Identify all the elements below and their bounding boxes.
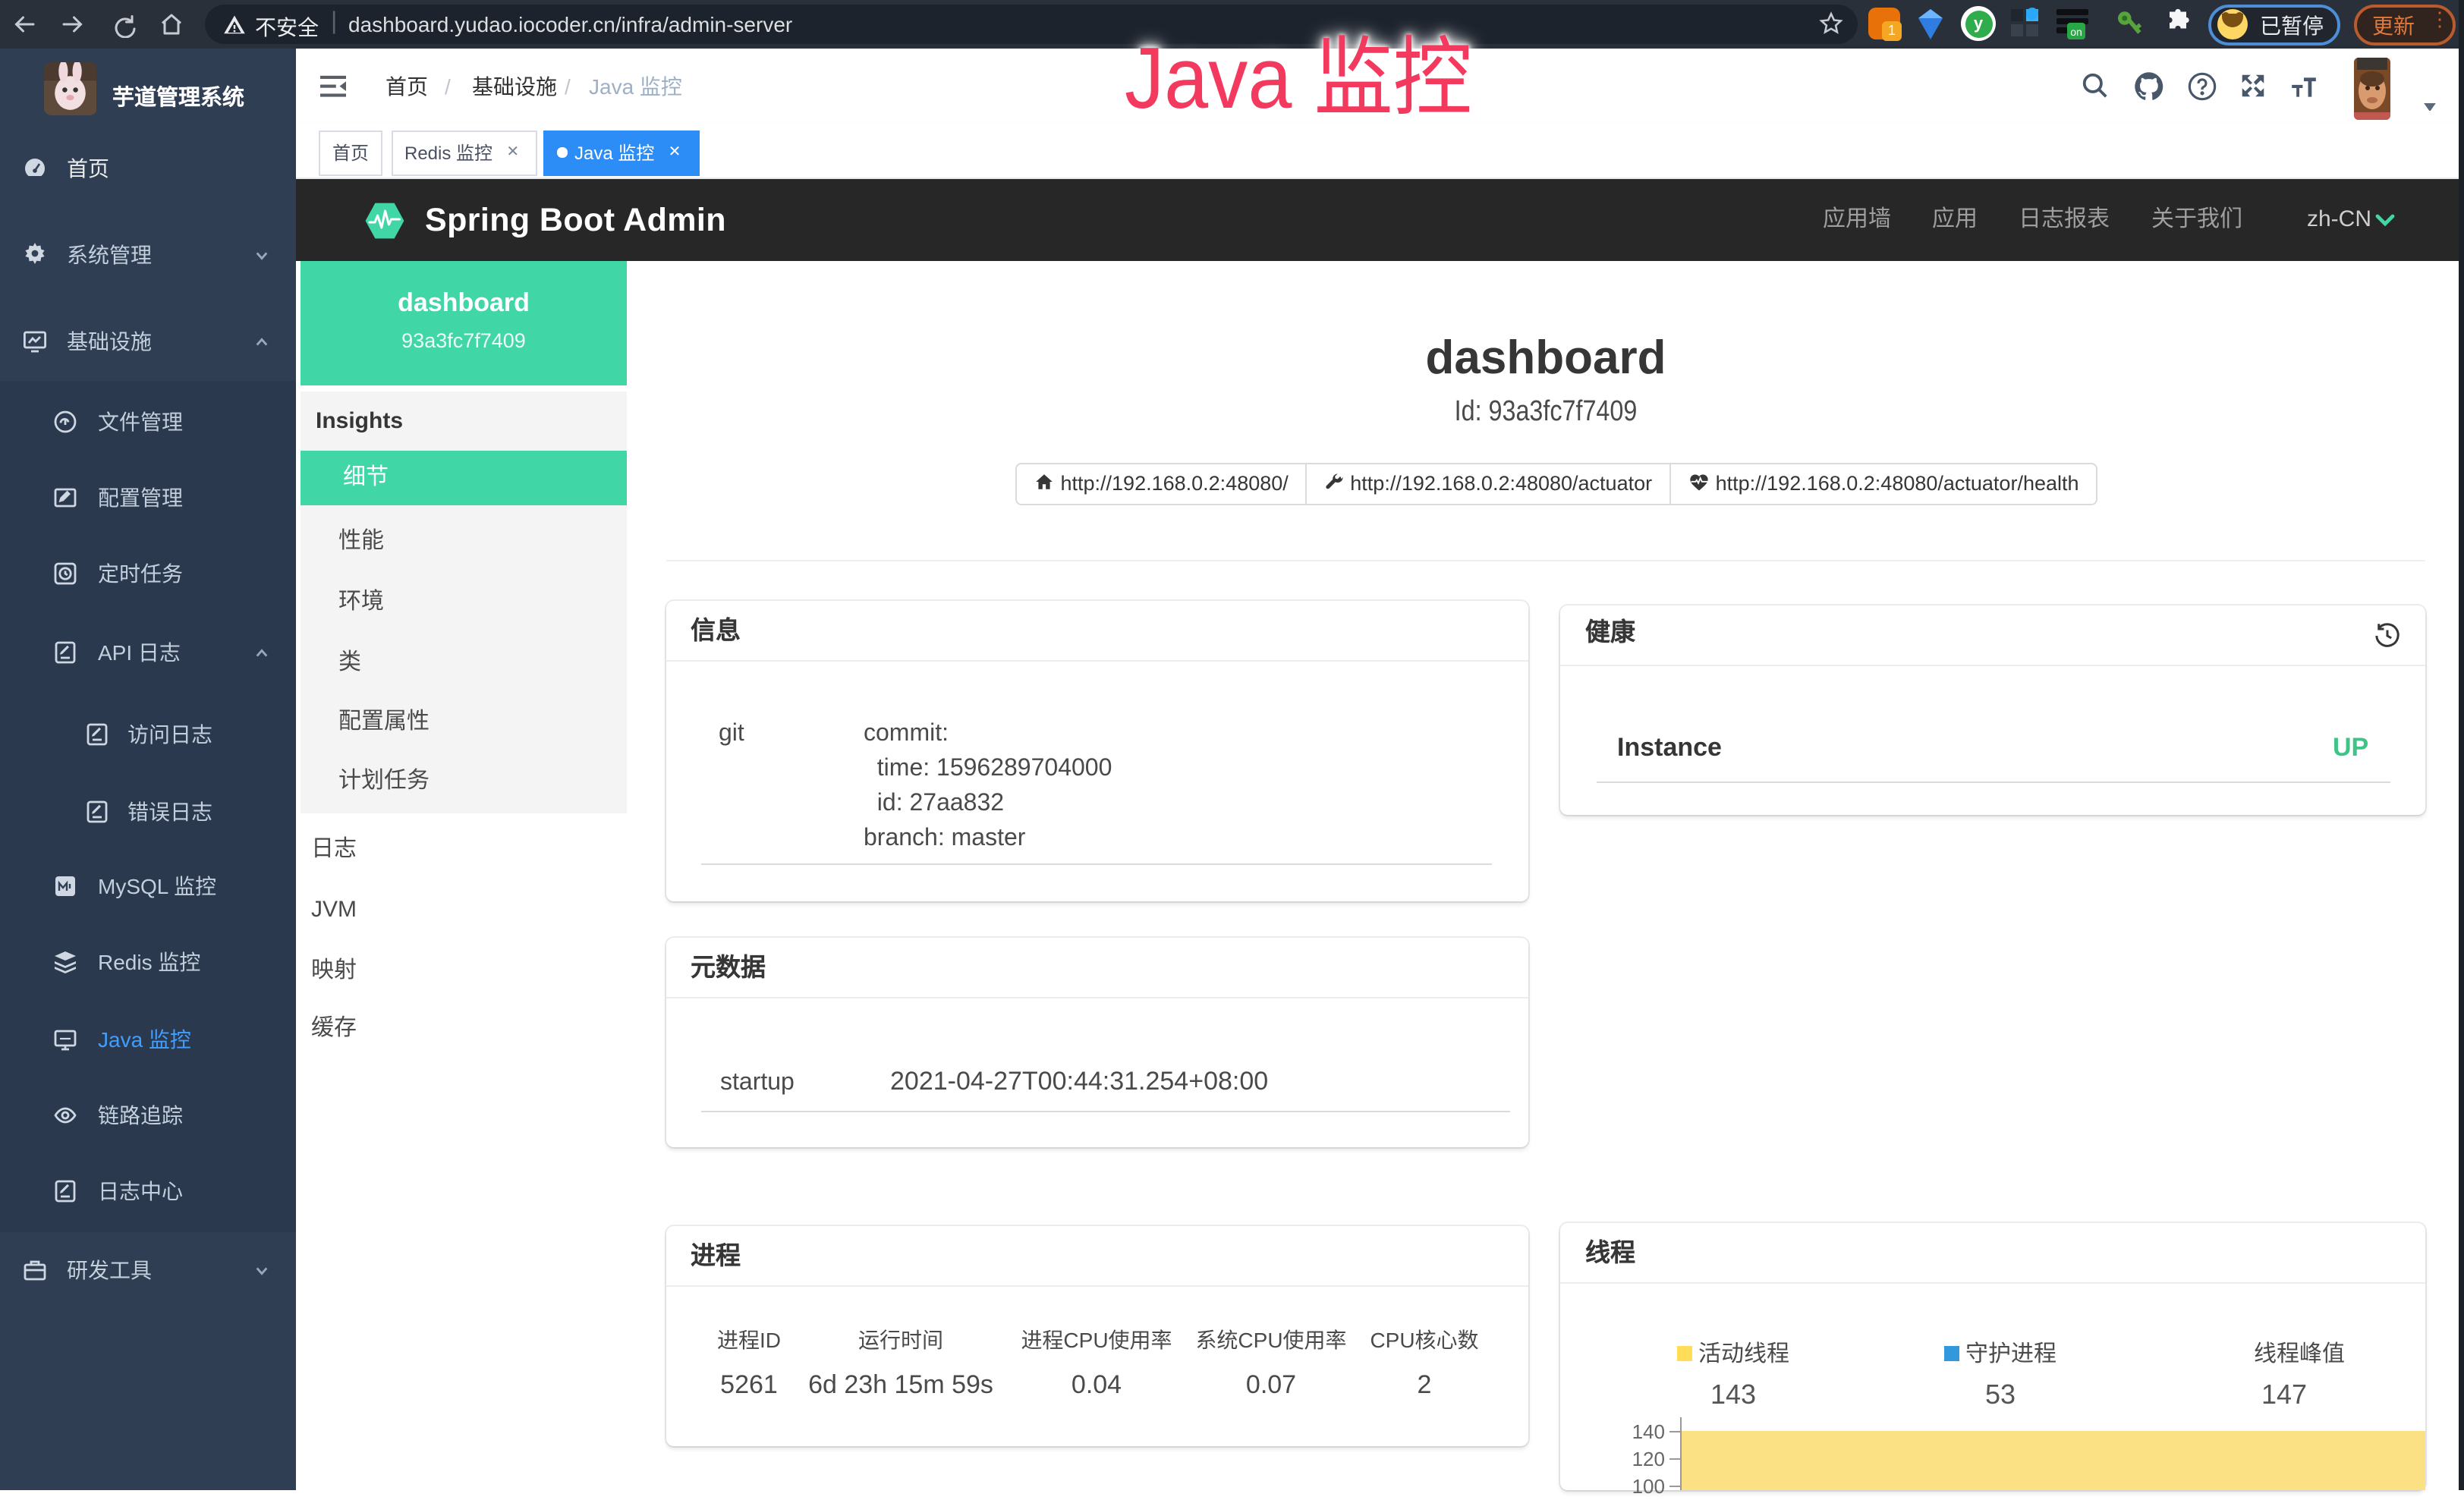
svg-text:on: on — [2070, 26, 2082, 38]
